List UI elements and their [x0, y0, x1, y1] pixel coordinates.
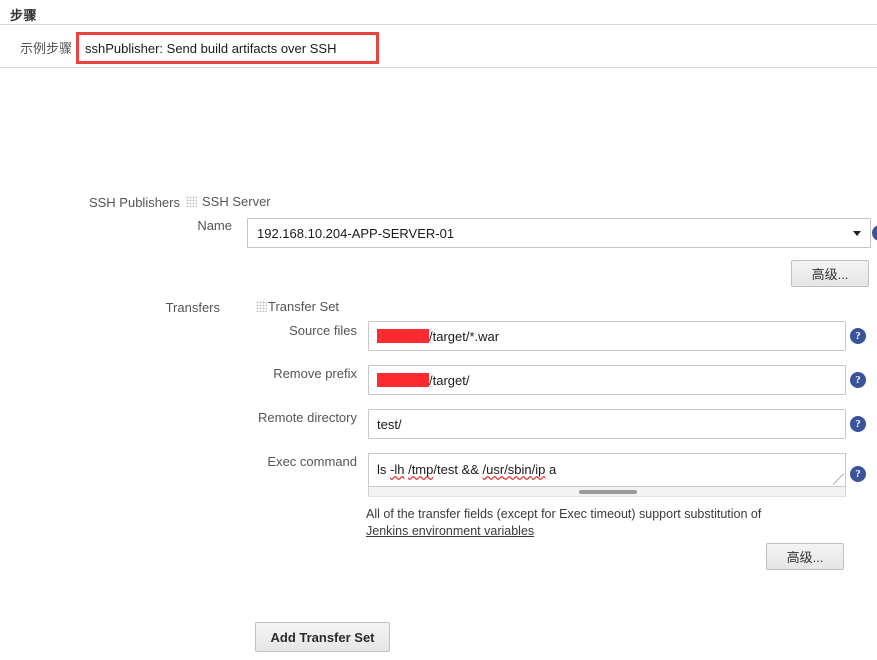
- redaction-block: [377, 373, 429, 387]
- drag-handle-icon[interactable]: [256, 301, 267, 312]
- transfer-hint-text: All of the transfer fields (except for E…: [366, 506, 806, 540]
- exec-command-token: /tmp: [408, 462, 434, 477]
- ssh-server-name-label: Name: [197, 218, 232, 233]
- ssh-publishers-label: SSH Publishers: [88, 195, 180, 210]
- exec-command-token: a: [545, 462, 557, 477]
- page-title: 步骤: [10, 8, 38, 23]
- exec-command-token: /ip: [531, 462, 546, 477]
- add-transfer-set-button[interactable]: Add Transfer Set: [255, 622, 390, 652]
- source-files-value-wrap: /target/*.war: [377, 322, 839, 350]
- help-icon[interactable]: ?: [850, 466, 866, 482]
- remove-prefix-value-wrap: /target/: [377, 366, 839, 394]
- scrollbar-thumb[interactable]: [579, 490, 637, 494]
- exec-command-token: /sbin: [504, 462, 532, 477]
- divider-bottom: [0, 67, 877, 68]
- exec-command-token: /usr: [482, 462, 505, 477]
- sample-step-highlight-box: sshPublisher: Send build artifacts over …: [76, 32, 379, 64]
- exec-command-token: ls: [377, 462, 390, 477]
- remove-prefix-input[interactable]: /target/: [368, 365, 846, 395]
- redaction-block: [377, 329, 429, 343]
- sample-step-value[interactable]: sshPublisher: Send build artifacts over …: [79, 35, 376, 61]
- ssh-server-advanced-button[interactable]: 高级...: [791, 260, 869, 287]
- chevron-down-icon: [853, 231, 861, 236]
- ssh-server-name-select[interactable]: 192.168.10.204-APP-SERVER-01: [247, 218, 871, 248]
- remote-directory-value: test/: [377, 416, 402, 432]
- jenkins-ssh-publisher-step-form: 步骤 示例步骤 sshPublisher: Send build artifac…: [0, 0, 877, 660]
- remote-directory-input[interactable]: test/: [368, 409, 846, 439]
- ssh-server-block-title: SSH Server: [202, 194, 271, 209]
- ssh-server-name-value: 192.168.10.204-APP-SERVER-01: [257, 225, 455, 241]
- help-icon[interactable]: ?: [850, 328, 866, 344]
- help-icon[interactable]: ?: [850, 372, 866, 388]
- transfer-set-block-title: Transfer Set: [268, 299, 340, 314]
- sample-step-field-remainder: [379, 32, 877, 64]
- hint-text: All of the transfer fields (except for E…: [366, 507, 762, 521]
- help-icon[interactable]: ?: [850, 416, 866, 432]
- remove-prefix-value: /target/: [429, 372, 470, 388]
- exec-command-token: -lh: [390, 462, 405, 477]
- transfer-set-advanced-button[interactable]: 高级...: [766, 543, 844, 570]
- source-files-label: Source files: [289, 323, 357, 338]
- exec-command-textarea[interactable]: ls -lh /tmp/test && /usr/sbin/ip a: [368, 453, 846, 487]
- resize-handle-icon[interactable]: [833, 474, 844, 485]
- divider-top: [0, 24, 877, 25]
- exec-command-label: Exec command: [267, 454, 357, 469]
- exec-command-scrollbar[interactable]: [368, 487, 846, 497]
- transfers-label: Transfers: [165, 300, 220, 315]
- exec-command-value: ls -lh /tmp/test && /usr/sbin/ip a: [377, 462, 556, 477]
- remove-prefix-label: Remove prefix: [273, 366, 357, 381]
- exec-command-token: /test &&: [433, 462, 483, 477]
- sample-step-label: 示例步骤: [19, 41, 72, 56]
- source-files-input[interactable]: /target/*.war: [368, 321, 846, 351]
- remote-directory-label: Remote directory: [258, 410, 357, 425]
- source-files-value: /target/*.war: [429, 328, 500, 344]
- help-icon[interactable]: ?: [872, 225, 877, 241]
- drag-handle-icon[interactable]: [186, 196, 197, 207]
- jenkins-env-vars-link[interactable]: Jenkins environment variables: [366, 524, 534, 538]
